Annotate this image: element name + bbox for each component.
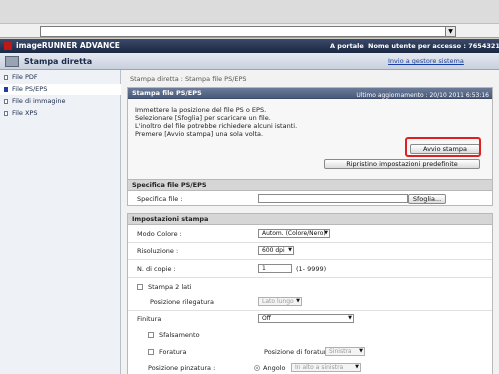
file-panel: Specifica file PS/EPS Specifica file : S… xyxy=(127,179,493,206)
settings-panel: Impostazioni stampa Modo Colore : Autom.… xyxy=(127,213,493,374)
resolution-label: Risoluzione : xyxy=(137,247,179,255)
finishing-label: Finitura xyxy=(137,315,162,323)
punch-position-select[interactable]: Sinistra ▼ xyxy=(325,347,365,356)
brand-name: imageRUNNER ADVANCE xyxy=(16,41,120,50)
select-value: Autom. (Colore/Nero) xyxy=(262,230,326,237)
staple-position-label: Posizione pinzatura : xyxy=(148,364,216,372)
resolution-select[interactable]: 600 dpi ▼ xyxy=(258,246,294,255)
instruction-line: Selezionare [Sfoglia] per scaricare un f… xyxy=(135,114,271,122)
panel-title-text: Stampa file PS/EPS xyxy=(132,89,202,97)
color-mode-label: Modo Colore : xyxy=(137,230,182,238)
select-value: In alto a sinistra xyxy=(295,364,344,371)
sidebar-item-image[interactable]: File di immagine xyxy=(0,96,121,107)
duplex-label: Stampa 2 lati xyxy=(148,283,192,291)
divider xyxy=(128,277,492,278)
staple-angle-select[interactable]: In alto a sinistra ▼ xyxy=(291,363,361,372)
offset-checkbox[interactable] xyxy=(148,332,154,338)
instruction-line: Immettere la posizione del file PS o EPS… xyxy=(135,106,267,114)
binding-select[interactable]: Lato lungo ▼ xyxy=(258,297,302,306)
select-value: 600 dpi xyxy=(262,247,285,254)
divider xyxy=(128,310,492,311)
portal-link[interactable]: A portale xyxy=(330,42,364,50)
send-to-admin-link[interactable]: Invio a gestore sistema xyxy=(388,57,464,65)
punch-position-label: Posizione di foratura xyxy=(264,348,331,356)
chevron-down-icon: ▼ xyxy=(355,364,359,370)
sidebar-item-ps-eps[interactable]: File PS/EPS xyxy=(0,84,121,95)
sidebar-item-label: File PDF xyxy=(12,73,38,81)
user-info-logout[interactable]: Nome utente per accesso : 7654321 Esci xyxy=(368,42,499,50)
chevron-down-icon: ▼ xyxy=(288,247,292,253)
sidebar-item-pdf[interactable]: File PDF xyxy=(0,72,121,83)
chevron-down-icon[interactable]: ▼ xyxy=(445,27,455,36)
select-value: Off xyxy=(262,315,271,322)
browse-button[interactable]: Sfoglia... xyxy=(408,194,446,204)
select-value: Sinistra xyxy=(329,348,352,355)
chevron-down-icon: ▼ xyxy=(359,348,363,354)
punch-label: Foratura xyxy=(159,348,187,356)
file-path-input[interactable] xyxy=(258,194,408,203)
file-icon xyxy=(4,87,8,92)
file-icon xyxy=(4,111,8,116)
copies-label: N. di copie : xyxy=(137,265,176,273)
divider xyxy=(128,259,492,260)
staple-corner-radio[interactable] xyxy=(254,365,260,371)
staple-angle-label: Angolo xyxy=(263,364,286,372)
panel-title: Impostazioni stampa xyxy=(128,214,492,225)
instruction-line: L'inoltro del file potrebbe richiedere a… xyxy=(135,122,298,130)
finishing-select[interactable]: Off ▼ xyxy=(258,314,354,323)
copies-input[interactable]: 1 xyxy=(258,264,292,273)
divider xyxy=(128,242,492,243)
browser-chrome: ▼ xyxy=(0,0,499,38)
sidebar: File PDF File PS/EPS File di immagine Fi… xyxy=(0,70,121,374)
punch-checkbox[interactable] xyxy=(148,349,154,355)
sidebar-item-label: File XPS xyxy=(12,109,38,117)
panel-title: Specifica file PS/EPS xyxy=(128,180,492,191)
panel-title: Stampa file PS/EPS Ultimo aggiornamento … xyxy=(128,88,492,99)
chevron-down-icon: ▼ xyxy=(348,315,352,321)
printer-icon xyxy=(5,56,19,67)
copies-range: (1- 9999) xyxy=(296,265,327,273)
file-icon xyxy=(4,75,8,80)
main-content: Stampa diretta : Stampa file PS/EPS Stam… xyxy=(121,70,499,374)
duplex-checkbox[interactable] xyxy=(137,284,143,290)
select-value: Lato lungo xyxy=(262,298,294,305)
sidebar-item-label: File di immagine xyxy=(12,97,66,105)
chevron-down-icon: ▼ xyxy=(324,230,328,236)
color-mode-select[interactable]: Autom. (Colore/Nero) ▼ xyxy=(258,229,330,238)
page-title: Stampa diretta xyxy=(24,57,93,66)
last-updated: Ultimo aggiornamento : 20/10 2011 6:53:1… xyxy=(356,92,489,99)
canon-logo-icon xyxy=(4,42,12,50)
sidebar-item-xps[interactable]: File XPS xyxy=(0,108,121,119)
page-header: Stampa diretta Invio a gestore sistema xyxy=(0,53,499,70)
app-header: imageRUNNER ADVANCE A portale Nome utent… xyxy=(0,39,499,53)
file-label: Specifica file : xyxy=(137,195,183,203)
browser-toolbar xyxy=(0,0,499,24)
address-bar[interactable]: ▼ xyxy=(40,26,456,37)
file-icon xyxy=(4,99,8,104)
instruction-line: Premere [Avvio stampa] una sola volta. xyxy=(135,130,264,138)
chevron-down-icon: ▼ xyxy=(296,298,300,304)
reset-defaults-button[interactable]: Ripristino impostazioni predefinite xyxy=(324,159,480,169)
start-button-highlight xyxy=(405,137,481,157)
offset-label: Sfalsamento xyxy=(159,331,200,339)
breadcrumb: Stampa diretta : Stampa file PS/EPS xyxy=(130,75,247,83)
binding-label: Posizione rilegatura xyxy=(150,298,214,306)
sidebar-item-label: File PS/EPS xyxy=(12,85,48,93)
